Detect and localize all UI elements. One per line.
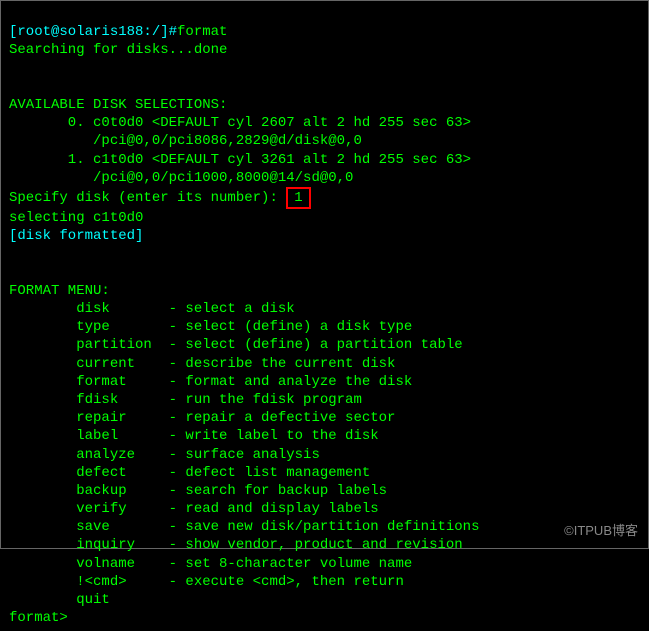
disk1-l2: /pci@0,0/pci1000,8000@14/sd@0,0 — [9, 170, 353, 186]
specify-prompt: Specify disk (enter its number): — [9, 190, 286, 206]
disk-formatted-line: [disk formatted] — [9, 228, 143, 244]
searching-line: Searching for disks...done — [9, 42, 227, 58]
shell-prompt: [root@solaris188:/]# — [9, 24, 177, 40]
selecting-line: selecting c1t0d0 — [9, 210, 143, 226]
menu-items: disk - select a disk type - select (defi… — [9, 301, 479, 608]
available-header: AVAILABLE DISK SELECTIONS: — [9, 97, 227, 113]
format-prompt[interactable]: format> — [9, 610, 76, 626]
typed-command: format — [177, 24, 227, 40]
disk0-l1: 0. c0t0d0 <DEFAULT cyl 2607 alt 2 hd 255… — [9, 115, 471, 131]
user-input-highlight: 1 — [286, 187, 310, 209]
disk1-l1: 1. c1t0d0 <DEFAULT cyl 3261 alt 2 hd 255… — [9, 152, 471, 168]
menu-header: FORMAT MENU: — [9, 283, 110, 299]
terminal-output[interactable]: [root@solaris188:/]#format Searching for… — [1, 1, 648, 631]
watermark: ©ITPUB博客 — [564, 523, 638, 540]
input-value: 1 — [294, 190, 302, 206]
disk0-l2: /pci@0,0/pci8086,2829@d/disk@0,0 — [9, 133, 362, 149]
